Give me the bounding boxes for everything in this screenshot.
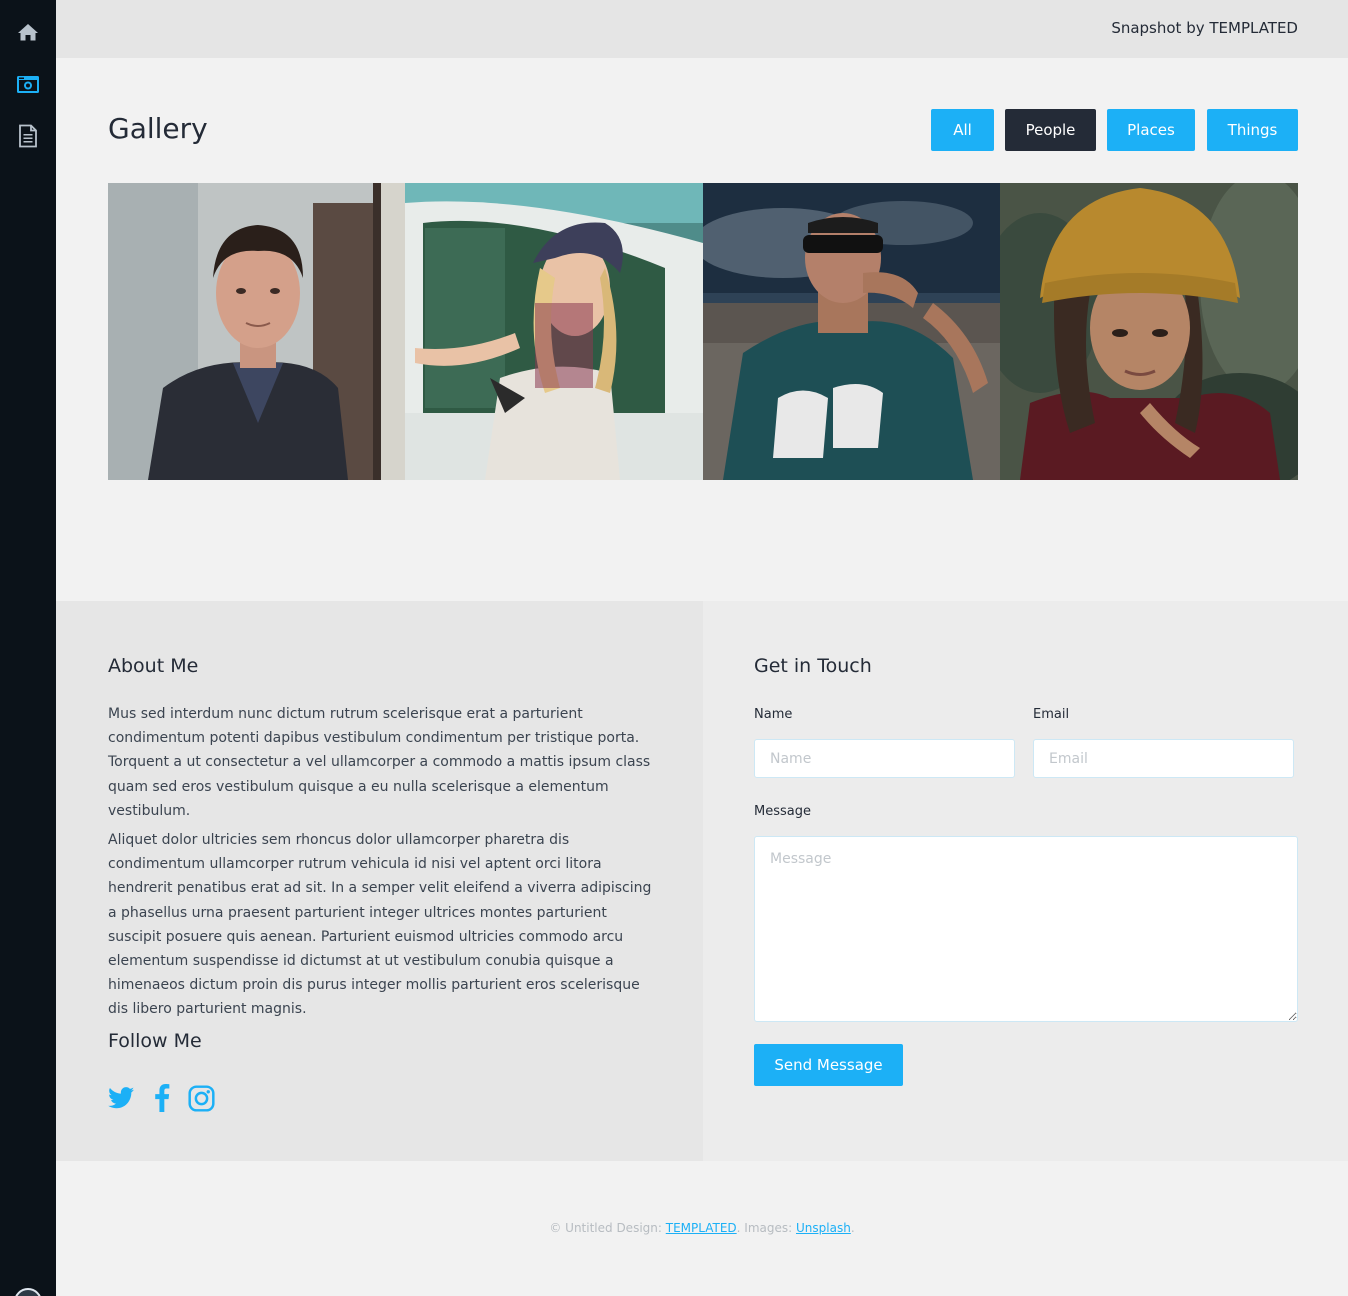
about-paragraph: Aliquet dolor ultricies sem rhoncus dolo… — [108, 832, 652, 1018]
sidebar-item-gallery[interactable] — [0, 58, 56, 110]
copyright-text: © Untitled Design: — [549, 1221, 662, 1235]
filter-people-button[interactable]: People — [1005, 109, 1096, 151]
camera-icon — [16, 74, 40, 94]
instagram-icon[interactable] — [187, 1084, 215, 1112]
page-title: Gallery — [108, 112, 208, 145]
sidebar — [0, 0, 56, 1296]
filter-all-button[interactable]: All — [931, 109, 994, 151]
header: Snapshot by TEMPLATED — [56, 0, 1348, 58]
follow-title: Follow Me — [108, 1030, 202, 1052]
name-label: Name — [754, 707, 793, 722]
name-field[interactable] — [754, 739, 1015, 778]
document-icon — [18, 124, 38, 148]
gallery-photo[interactable] — [703, 183, 1000, 480]
about-paragraph: Mus sed interdum nunc dictum rutrum scel… — [108, 706, 651, 819]
twitter-icon[interactable] — [107, 1084, 135, 1112]
contact-section: Get in Touch Name Email Message Send Mes… — [703, 601, 1348, 1161]
message-field[interactable] — [754, 836, 1298, 1022]
footer: © Untitled Design: TEMPLATED. Images: Un… — [56, 1221, 1348, 1235]
filter-things-button[interactable]: Things — [1207, 109, 1298, 151]
email-label: Email — [1033, 707, 1070, 722]
home-icon — [17, 22, 39, 42]
about-section: About Me Mus sed interdum nunc dictum ru… — [56, 601, 703, 1161]
gallery-photo[interactable] — [1000, 183, 1298, 480]
sidebar-item-elements[interactable] — [0, 110, 56, 162]
site-brand[interactable]: Snapshot by TEMPLATED — [1111, 19, 1298, 37]
images-text: . Images: — [736, 1221, 793, 1235]
sidebar-item-home[interactable] — [0, 6, 56, 58]
send-message-button[interactable]: Send Message — [754, 1044, 903, 1086]
templated-link[interactable]: TEMPLATED — [666, 1221, 737, 1235]
email-field[interactable] — [1033, 739, 1294, 778]
message-label: Message — [754, 804, 811, 819]
filter-places-button[interactable]: Places — [1107, 109, 1195, 151]
contact-title: Get in Touch — [754, 655, 872, 677]
scroll-top-button[interactable] — [14, 1288, 42, 1296]
about-title: About Me — [108, 655, 199, 677]
gallery-photo[interactable] — [405, 183, 703, 480]
gallery-photo[interactable] — [108, 183, 405, 480]
footer-end-text: . — [850, 1221, 855, 1235]
unsplash-link[interactable]: Unsplash — [796, 1221, 851, 1235]
facebook-icon[interactable] — [148, 1084, 176, 1112]
